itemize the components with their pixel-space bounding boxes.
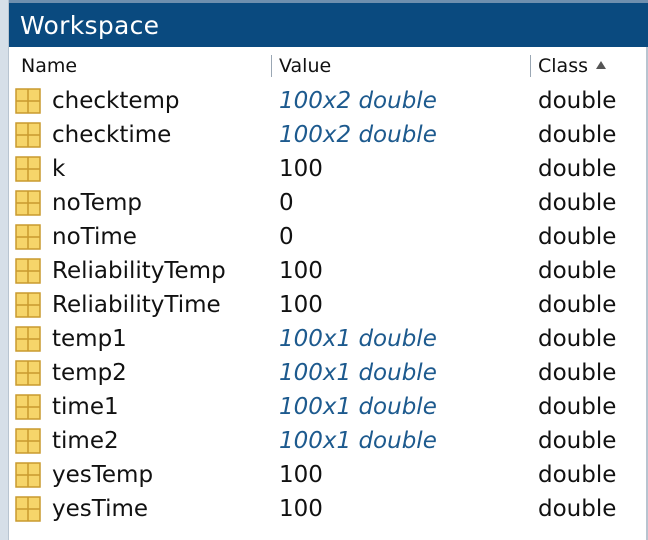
table-row[interactable]: k 100 double: [9, 152, 648, 186]
table-row[interactable]: time1 100x1 double double: [9, 390, 648, 424]
column-header-name[interactable]: Name: [21, 54, 77, 78]
variable-name[interactable]: ReliabilityTime: [52, 290, 221, 320]
title-bar[interactable]: Workspace: [9, 0, 648, 47]
variable-name[interactable]: yesTemp: [52, 460, 153, 490]
table-row[interactable]: checktime 100x2 double double: [9, 118, 648, 152]
variable-class: double: [538, 428, 617, 454]
matrix-variable-icon: [15, 190, 41, 216]
variable-value: 100: [279, 156, 323, 182]
table-row[interactable]: temp1 100x1 double double: [9, 322, 648, 356]
column-header-value[interactable]: Value: [279, 54, 331, 78]
table-row[interactable]: noTime 0 double: [9, 220, 648, 254]
variable-class: double: [538, 88, 617, 114]
matrix-variable-icon: [15, 360, 41, 386]
variable-class: double: [538, 462, 617, 488]
variable-name[interactable]: k: [52, 154, 65, 184]
variable-value[interactable]: 100x1 double: [279, 324, 437, 354]
sort-ascending-icon[interactable]: [596, 61, 606, 69]
panel-title: Workspace: [20, 11, 160, 40]
variable-class: double: [538, 224, 617, 250]
variable-name[interactable]: noTime: [52, 222, 137, 252]
column-separator[interactable]: [530, 55, 531, 77]
variable-value: 100: [279, 462, 323, 488]
matrix-variable-icon: [15, 258, 41, 284]
variable-name[interactable]: ReliabilityTemp: [52, 256, 226, 286]
matrix-variable-icon: [15, 88, 41, 114]
column-separator[interactable]: [271, 55, 272, 77]
panel-left-edge: [0, 0, 9, 540]
matrix-variable-icon: [15, 326, 41, 352]
variable-name[interactable]: temp2: [52, 358, 127, 388]
matrix-variable-icon: [15, 156, 41, 182]
table-row[interactable]: yesTemp 100 double: [9, 458, 648, 492]
table-row[interactable]: noTemp 0 double: [9, 186, 648, 220]
variable-value[interactable]: 100x1 double: [279, 392, 437, 422]
table-row[interactable]: yesTime 100 double: [9, 492, 648, 526]
matrix-variable-icon: [15, 394, 41, 420]
matrix-variable-icon: [15, 224, 41, 250]
variable-value[interactable]: 100x2 double: [279, 86, 437, 116]
matrix-variable-icon: [15, 292, 41, 318]
variable-name[interactable]: yesTime: [52, 494, 148, 524]
variable-name[interactable]: checktemp: [52, 86, 180, 116]
variable-class: double: [538, 360, 617, 386]
matrix-variable-icon: [15, 496, 41, 522]
table-row[interactable]: ReliabilityTime 100 double: [9, 288, 648, 322]
variable-name[interactable]: time1: [52, 392, 119, 422]
variable-class: double: [538, 394, 617, 420]
variable-class: double: [538, 190, 617, 216]
variable-value[interactable]: 100x1 double: [279, 426, 437, 456]
variable-value[interactable]: 100x2 double: [279, 120, 437, 150]
variable-value: 100: [279, 496, 323, 522]
variable-class: double: [538, 292, 617, 318]
variable-class: double: [538, 496, 617, 522]
variable-name[interactable]: checktime: [52, 120, 171, 150]
table-row[interactable]: checktemp 100x2 double double: [9, 84, 648, 118]
variable-value: 0: [279, 224, 294, 250]
variable-class: double: [538, 258, 617, 284]
column-header-class-label: Class: [538, 55, 588, 77]
variable-list: checktemp 100x2 double double checktime 100x…: [9, 84, 648, 526]
table-row[interactable]: ReliabilityTemp 100 double: [9, 254, 648, 288]
table-row[interactable]: time2 100x1 double double: [9, 424, 648, 458]
matrix-variable-icon: [15, 462, 41, 488]
workspace-panel: Workspace Name Value Class checktemp 100x…: [0, 0, 648, 540]
table-row[interactable]: temp2 100x1 double double: [9, 356, 648, 390]
variable-value[interactable]: 100x1 double: [279, 358, 437, 388]
column-header-class[interactable]: Class: [538, 54, 606, 78]
variable-name[interactable]: temp1: [52, 324, 127, 354]
variable-name[interactable]: noTemp: [52, 188, 142, 218]
variable-value: 100: [279, 292, 323, 318]
matrix-variable-icon: [15, 122, 41, 148]
matrix-variable-icon: [15, 428, 41, 454]
variable-value: 100: [279, 258, 323, 284]
variable-value: 0: [279, 190, 294, 216]
column-header-row: Name Value Class: [9, 51, 648, 83]
variable-name[interactable]: time2: [52, 426, 119, 456]
variable-class: double: [538, 122, 617, 148]
variable-class: double: [538, 326, 617, 352]
variable-class: double: [538, 156, 617, 182]
